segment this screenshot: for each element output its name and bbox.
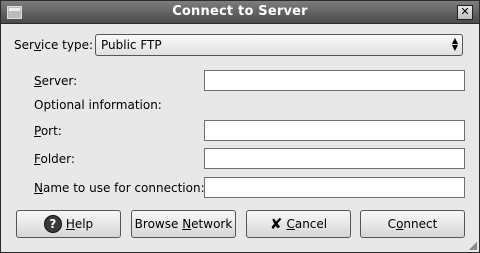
server-label: Server: xyxy=(34,74,78,88)
title-bar[interactable]: Connect to Server ✕ xyxy=(1,1,479,24)
connection-name-input[interactable] xyxy=(204,177,465,198)
close-button[interactable]: ✕ xyxy=(457,5,473,20)
service-type-value: Public FTP xyxy=(101,38,162,52)
service-type-select[interactable]: Public FTP ▲ ▼ xyxy=(95,34,463,56)
close-icon: ✕ xyxy=(460,5,470,18)
cancel-button-label: Cancel xyxy=(286,217,328,231)
updown-arrows-icon: ▲ ▼ xyxy=(451,36,458,52)
browse-network-button[interactable]: Browse Network xyxy=(131,210,236,238)
connection-name-label: Name to use for connection: xyxy=(34,181,205,195)
connect-button[interactable]: Connect xyxy=(360,210,465,238)
window-title: Connect to Server xyxy=(172,4,308,19)
server-input[interactable] xyxy=(204,70,465,91)
port-input[interactable] xyxy=(204,120,465,141)
help-icon: ? xyxy=(43,215,62,233)
optional-information-heading: Optional information: xyxy=(34,98,162,112)
help-button-label: Help xyxy=(65,217,94,231)
folder-label: Folder: xyxy=(34,152,75,166)
browse-network-label: Browse Network xyxy=(134,217,233,231)
help-button[interactable]: ? Help xyxy=(16,210,121,238)
connect-to-server-dialog: Connect to Server ✕ Service type: Public… xyxy=(0,0,480,253)
cancel-button[interactable]: ✘ Cancel xyxy=(246,210,351,238)
resize-grip-icon[interactable] xyxy=(469,242,477,250)
cancel-icon: ✘ xyxy=(269,214,283,233)
service-type-label: Service type: xyxy=(14,38,94,52)
connect-button-label: Connect xyxy=(387,217,438,231)
folder-input[interactable] xyxy=(204,148,465,169)
port-label: Port: xyxy=(34,124,62,138)
